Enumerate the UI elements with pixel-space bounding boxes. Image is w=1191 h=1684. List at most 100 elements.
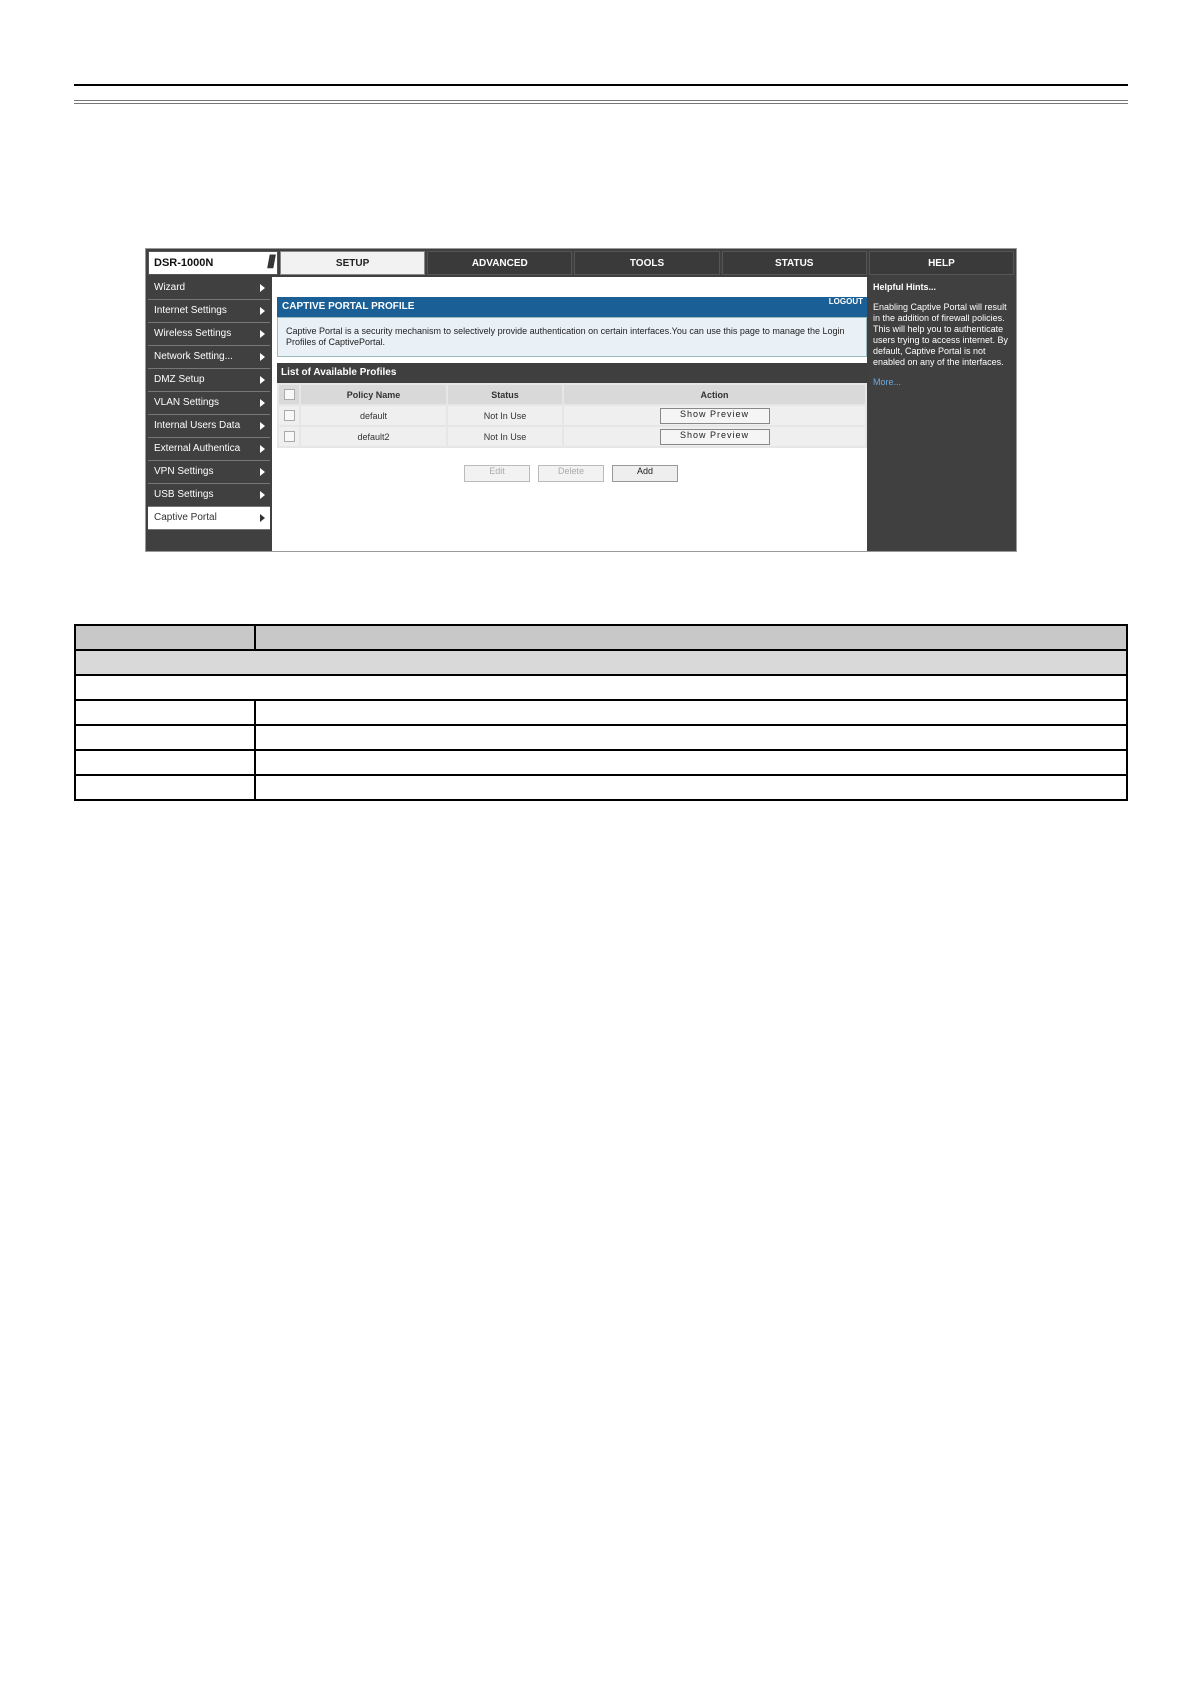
table-cell — [74, 674, 1128, 701]
sidebar-item-internal-users-data[interactable]: Internal Users Data — [148, 415, 270, 438]
policy-name-cell: default2 — [301, 427, 446, 446]
tab-status[interactable]: STATUS — [721, 251, 867, 275]
table-row: default2 Not In Use Show Preview — [279, 427, 865, 446]
chevron-right-icon — [260, 353, 265, 361]
column-header: Action — [564, 385, 865, 404]
sidebar-item-label: DMZ Setup — [154, 374, 205, 385]
sidebar-item-captive-portal[interactable]: Captive Portal — [148, 507, 270, 530]
sidebar-item-label: Wizard — [154, 282, 186, 293]
row-select-cell — [279, 406, 299, 425]
table-cell — [74, 624, 256, 651]
table-cell — [74, 724, 256, 751]
profiles-table: Policy Name Status Action default Not In… — [277, 383, 867, 448]
sidebar-item-external-authentication[interactable]: External Authentica — [148, 438, 270, 461]
chevron-right-icon — [260, 445, 265, 453]
page-title: CAPTIVE PORTAL PROFILE — [282, 301, 415, 312]
chevron-right-icon — [260, 491, 265, 499]
sidebar-item-wizard[interactable]: Wizard — [148, 277, 270, 300]
help-more-link[interactable]: More... — [873, 377, 1010, 388]
status-cell: Not In Use — [448, 406, 562, 425]
column-header: Status — [448, 385, 562, 404]
section-header: CAPTIVE PORTAL PROFILE LOGOUT — [277, 297, 867, 317]
table-header-row: Policy Name Status Action — [279, 385, 865, 404]
table-row: default Not In Use Show Preview — [279, 406, 865, 425]
main-content: CAPTIVE PORTAL PROFILE LOGOUT Captive Po… — [272, 277, 867, 551]
table-cell — [254, 699, 1128, 726]
sidebar-item-wireless-settings[interactable]: Wireless Settings — [148, 323, 270, 346]
sidebar-item-network-settings[interactable]: Network Setting... — [148, 346, 270, 369]
sidebar-item-label: VLAN Settings — [154, 397, 220, 408]
sidebar: Wizard Internet Settings Wireless Settin… — [148, 277, 270, 530]
table-header-row — [74, 624, 1128, 651]
row-select-cell — [279, 427, 299, 446]
profile-actions: Edit Delete Add — [464, 465, 678, 482]
page-header-rule — [74, 100, 1128, 104]
help-panel: Helpful Hints... Enabling Captive Portal… — [869, 277, 1014, 551]
table-section-row — [74, 649, 1128, 676]
table-cell — [254, 724, 1128, 751]
top-nav: SETUP ADVANCED TOOLS STATUS HELP — [280, 251, 1015, 275]
profiles-list-title: List of Available Profiles — [277, 363, 867, 383]
sidebar-item-vpn-settings[interactable]: VPN Settings — [148, 461, 270, 484]
table-row — [74, 674, 1128, 701]
tab-help[interactable]: HELP — [868, 251, 1015, 275]
table-cell — [254, 749, 1128, 776]
policy-name-cell: default — [301, 406, 446, 425]
sidebar-item-label: VPN Settings — [154, 466, 214, 477]
row-checkbox[interactable] — [283, 410, 295, 422]
help-title: Helpful Hints... — [873, 282, 936, 292]
sidebar-item-label: Network Setting... — [154, 351, 233, 362]
action-cell: Show Preview — [564, 406, 865, 425]
table-cell — [74, 749, 256, 776]
table-cell — [74, 649, 1128, 676]
chevron-right-icon — [260, 514, 265, 522]
chevron-right-icon — [260, 422, 265, 430]
tab-setup[interactable]: SETUP — [280, 251, 426, 275]
logout-link[interactable]: LOGOUT — [829, 297, 863, 306]
table-cell — [74, 699, 256, 726]
column-header: Policy Name — [301, 385, 446, 404]
table-cell — [74, 774, 256, 801]
select-all-checkbox[interactable] — [283, 389, 295, 401]
table-cell — [254, 774, 1128, 801]
sidebar-item-label: Wireless Settings — [154, 328, 232, 339]
row-checkbox[interactable] — [283, 431, 295, 443]
sidebar-item-label: External Authentica — [154, 443, 241, 454]
page-top-rule — [74, 84, 1128, 86]
action-cell: Show Preview — [564, 427, 865, 446]
sidebar-item-label: Internet Settings — [154, 305, 227, 316]
logo-slash-mark: /// — [266, 252, 276, 272]
edit-button[interactable]: Edit — [464, 465, 530, 482]
chevron-right-icon — [260, 468, 265, 476]
chevron-right-icon — [260, 376, 265, 384]
chevron-right-icon — [260, 330, 265, 338]
delete-button[interactable]: Delete — [538, 465, 604, 482]
sidebar-item-label: Captive Portal — [154, 512, 217, 523]
product-logo: DSR-1000N /// — [148, 251, 278, 275]
sidebar-item-internet-settings[interactable]: Internet Settings — [148, 300, 270, 323]
table-cell — [254, 624, 1128, 651]
tab-tools[interactable]: TOOLS — [574, 251, 720, 275]
chevron-right-icon — [260, 284, 265, 292]
sidebar-item-dmz-setup[interactable]: DMZ Setup — [148, 369, 270, 392]
status-cell: Not In Use — [448, 427, 562, 446]
add-button[interactable]: Add — [612, 465, 678, 482]
sidebar-item-usb-settings[interactable]: USB Settings — [148, 484, 270, 507]
tab-advanced[interactable]: ADVANCED — [427, 251, 573, 275]
model-name: DSR-1000N — [154, 257, 214, 269]
show-preview-button[interactable]: Show Preview — [659, 428, 770, 445]
page-description: Captive Portal is a security mechanism t… — [277, 317, 867, 357]
document-table — [74, 624, 1128, 801]
sidebar-item-vlan-settings[interactable]: VLAN Settings — [148, 392, 270, 415]
table-row — [74, 699, 1128, 726]
chevron-right-icon — [260, 399, 265, 407]
select-all-cell — [279, 385, 299, 404]
table-row — [74, 749, 1128, 776]
sidebar-item-label: USB Settings — [154, 489, 214, 500]
help-text: Enabling Captive Portal will result in t… — [873, 302, 1009, 367]
router-screenshot: DSR-1000N /// SETUP ADVANCED TOOLS STATU… — [145, 248, 1017, 552]
show-preview-button[interactable]: Show Preview — [659, 407, 770, 424]
table-row — [74, 724, 1128, 751]
chevron-right-icon — [260, 307, 265, 315]
table-row — [74, 774, 1128, 801]
